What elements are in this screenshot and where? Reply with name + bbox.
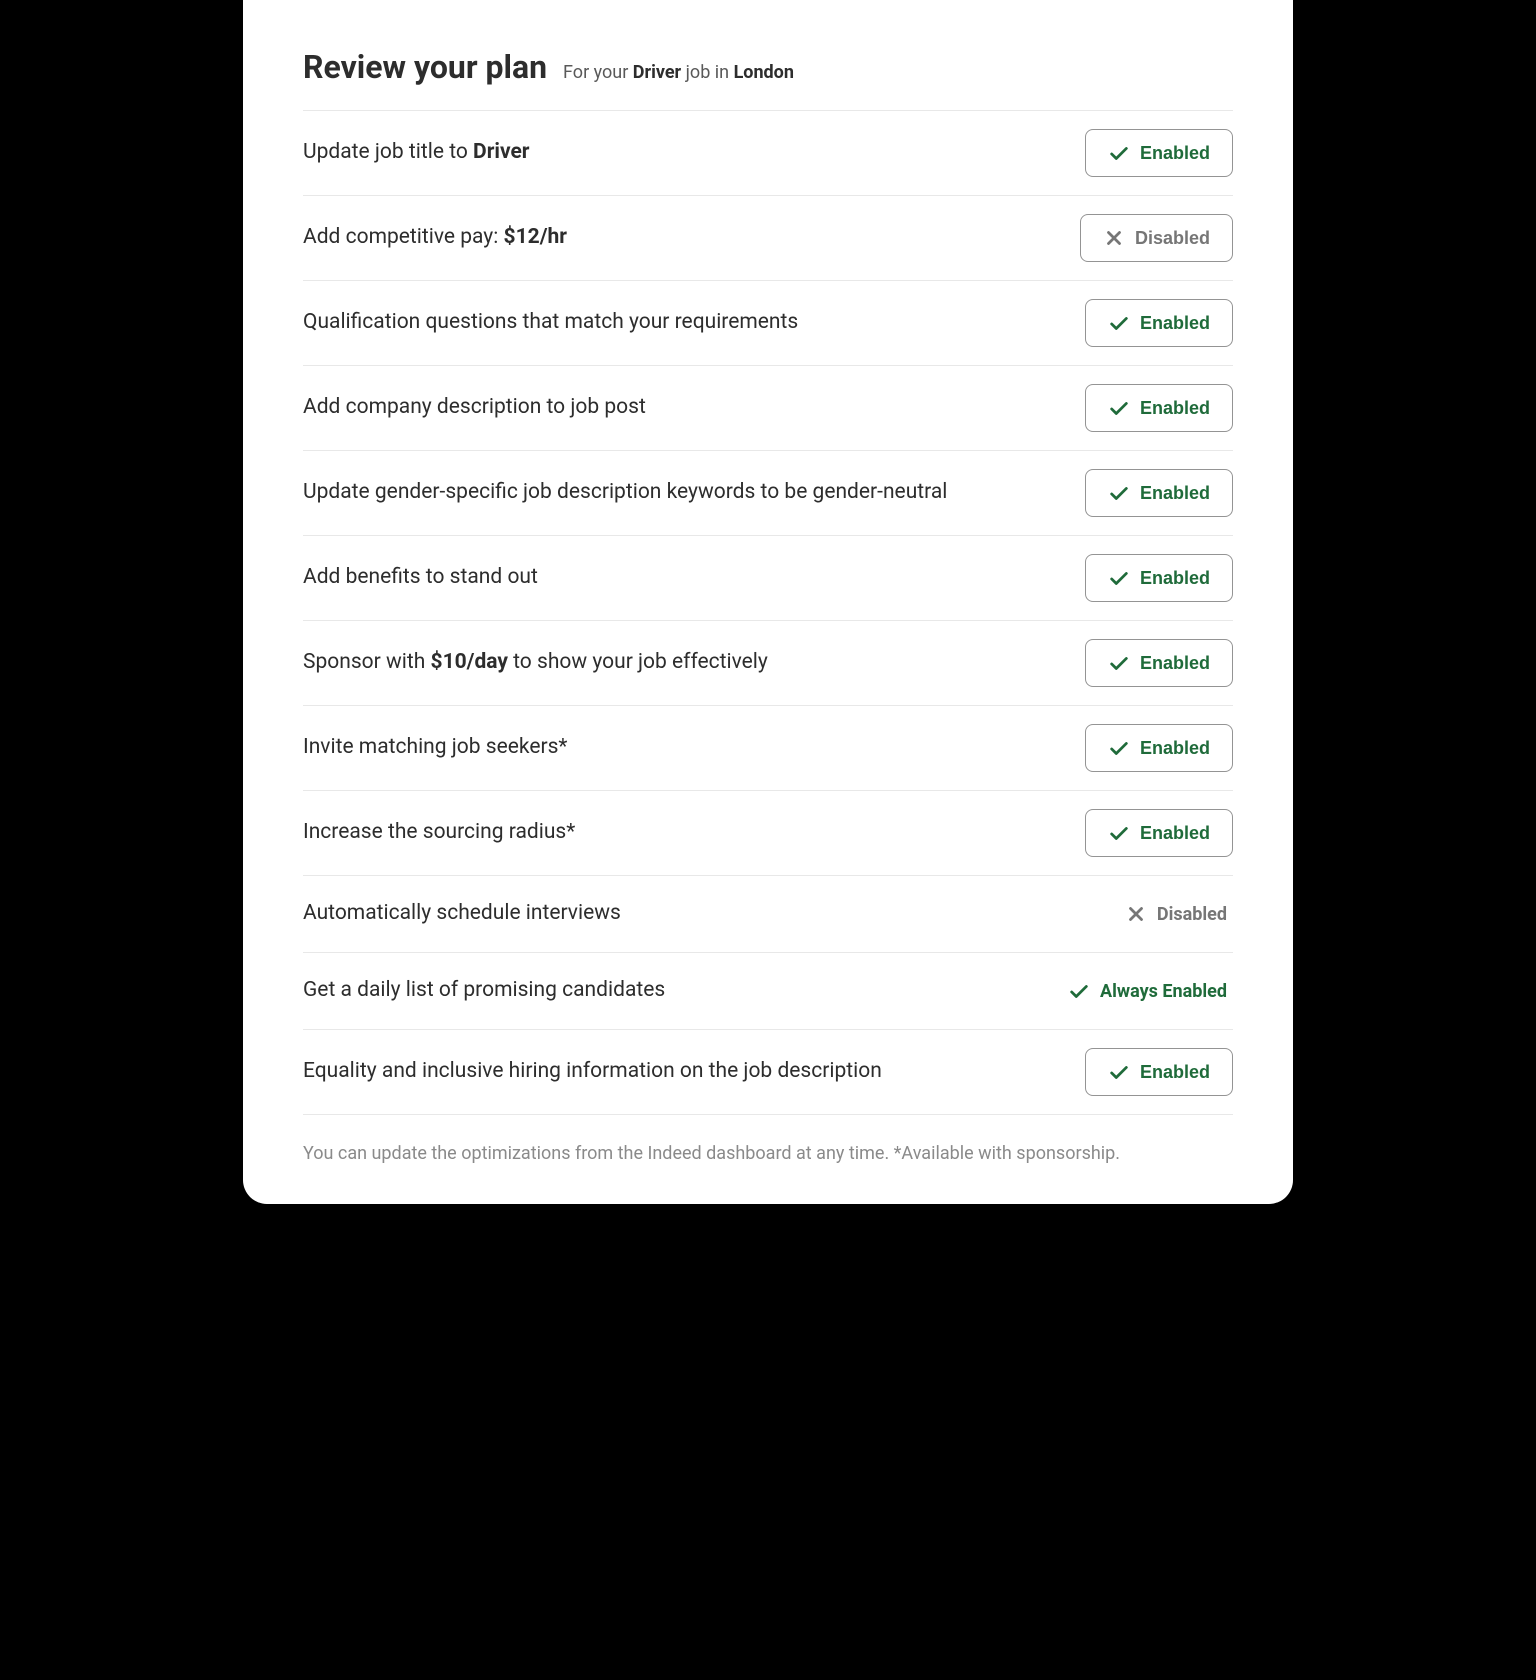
row-qualification-questions: Qualification questions that match your … [303,281,1233,366]
toggle-button-enabled[interactable]: Enabled [1085,299,1233,347]
toggle-label: Enabled [1140,823,1210,844]
status-always-enabled: Always Enabled [1068,980,1233,1002]
toggle-label: Enabled [1140,143,1210,164]
subtitle-location: London [734,62,794,83]
close-icon [1125,903,1147,925]
status-label: Disabled [1157,904,1227,925]
status-label: Always Enabled [1100,981,1227,1002]
check-icon [1108,1061,1130,1083]
row-label-text: Sponsor with [303,650,431,674]
check-icon [1108,822,1130,844]
row-label: Add competitive pay: $12/hr [303,223,1080,252]
toggle-button-enabled[interactable]: Enabled [1085,469,1233,517]
row-competitive-pay: Add competitive pay: $12/hr Disabled [303,196,1233,281]
row-sourcing-radius: Increase the sourcing radius* Enabled [303,791,1233,876]
row-label: Equality and inclusive hiring informatio… [303,1057,1085,1086]
toggle-label: Enabled [1140,483,1210,504]
status-disabled: Disabled [1125,903,1233,925]
toggle-label: Disabled [1135,228,1210,249]
row-label: Increase the sourcing radius* [303,818,1085,847]
row-label: Add company description to job post [303,393,1085,422]
row-label: Automatically schedule interviews [303,899,1125,928]
subtitle-prefix: For your [563,62,633,83]
row-label-bold: $10/day [431,650,508,674]
check-icon [1108,142,1130,164]
row-update-job-title: Update job title to Driver Enabled [303,111,1233,196]
plan-rows: Update job title to Driver Enabled Add c… [303,111,1233,1115]
row-label: Get a daily list of promising candidates [303,976,1068,1005]
row-label: Invite matching job seekers* [303,733,1085,762]
footer-note: You can update the optimizations from th… [303,1115,1233,1164]
row-sponsor: Sponsor with $10/day to show your job ef… [303,621,1233,706]
row-auto-schedule-interviews: Automatically schedule interviews Disabl… [303,876,1233,953]
check-icon [1108,737,1130,759]
row-equality-inclusive-info: Equality and inclusive hiring informatio… [303,1030,1233,1115]
check-icon [1068,980,1090,1002]
row-invite-seekers: Invite matching job seekers* Enabled [303,706,1233,791]
toggle-button-enabled[interactable]: Enabled [1085,639,1233,687]
toggle-button-enabled[interactable]: Enabled [1085,554,1233,602]
row-add-benefits: Add benefits to stand out Enabled [303,536,1233,621]
row-label-bold: $12/hr [504,225,567,249]
plan-review-card: Review your plan For your Driver job in … [243,0,1293,1204]
page-title: Review your plan [303,48,547,86]
toggle-label: Enabled [1140,653,1210,674]
toggle-label: Enabled [1140,1062,1210,1083]
check-icon [1108,312,1130,334]
row-label: Add benefits to stand out [303,563,1085,592]
close-icon [1103,227,1125,249]
check-icon [1108,567,1130,589]
toggle-button-enabled[interactable]: Enabled [1085,129,1233,177]
row-daily-list-candidates: Get a daily list of promising candidates… [303,953,1233,1030]
row-label-text: Add competitive pay: [303,225,504,249]
toggle-label: Enabled [1140,313,1210,334]
row-gender-neutral-keywords: Update gender-specific job description k… [303,451,1233,536]
check-icon [1108,397,1130,419]
row-label: Qualification questions that match your … [303,308,1085,337]
row-label-text: Update job title to [303,140,473,164]
toggle-button-enabled[interactable]: Enabled [1085,384,1233,432]
toggle-label: Enabled [1140,398,1210,419]
subtitle-mid: job in [681,62,733,83]
check-icon [1108,482,1130,504]
row-label: Update gender-specific job description k… [303,478,1085,507]
row-label: Update job title to Driver [303,138,1085,167]
toggle-button-enabled[interactable]: Enabled [1085,724,1233,772]
toggle-label: Enabled [1140,568,1210,589]
toggle-button-enabled[interactable]: Enabled [1085,1048,1233,1096]
page-subtitle: For your Driver job in London [563,62,794,83]
row-label-suffix: to show your job effectively [508,650,768,674]
subtitle-job: Driver [633,62,681,83]
header: Review your plan For your Driver job in … [303,48,1233,111]
toggle-button-disabled[interactable]: Disabled [1080,214,1233,262]
toggle-label: Enabled [1140,738,1210,759]
row-label: Sponsor with $10/day to show your job ef… [303,648,1085,677]
check-icon [1108,652,1130,674]
toggle-button-enabled[interactable]: Enabled [1085,809,1233,857]
row-company-description: Add company description to job post Enab… [303,366,1233,451]
row-label-bold: Driver [473,140,529,164]
